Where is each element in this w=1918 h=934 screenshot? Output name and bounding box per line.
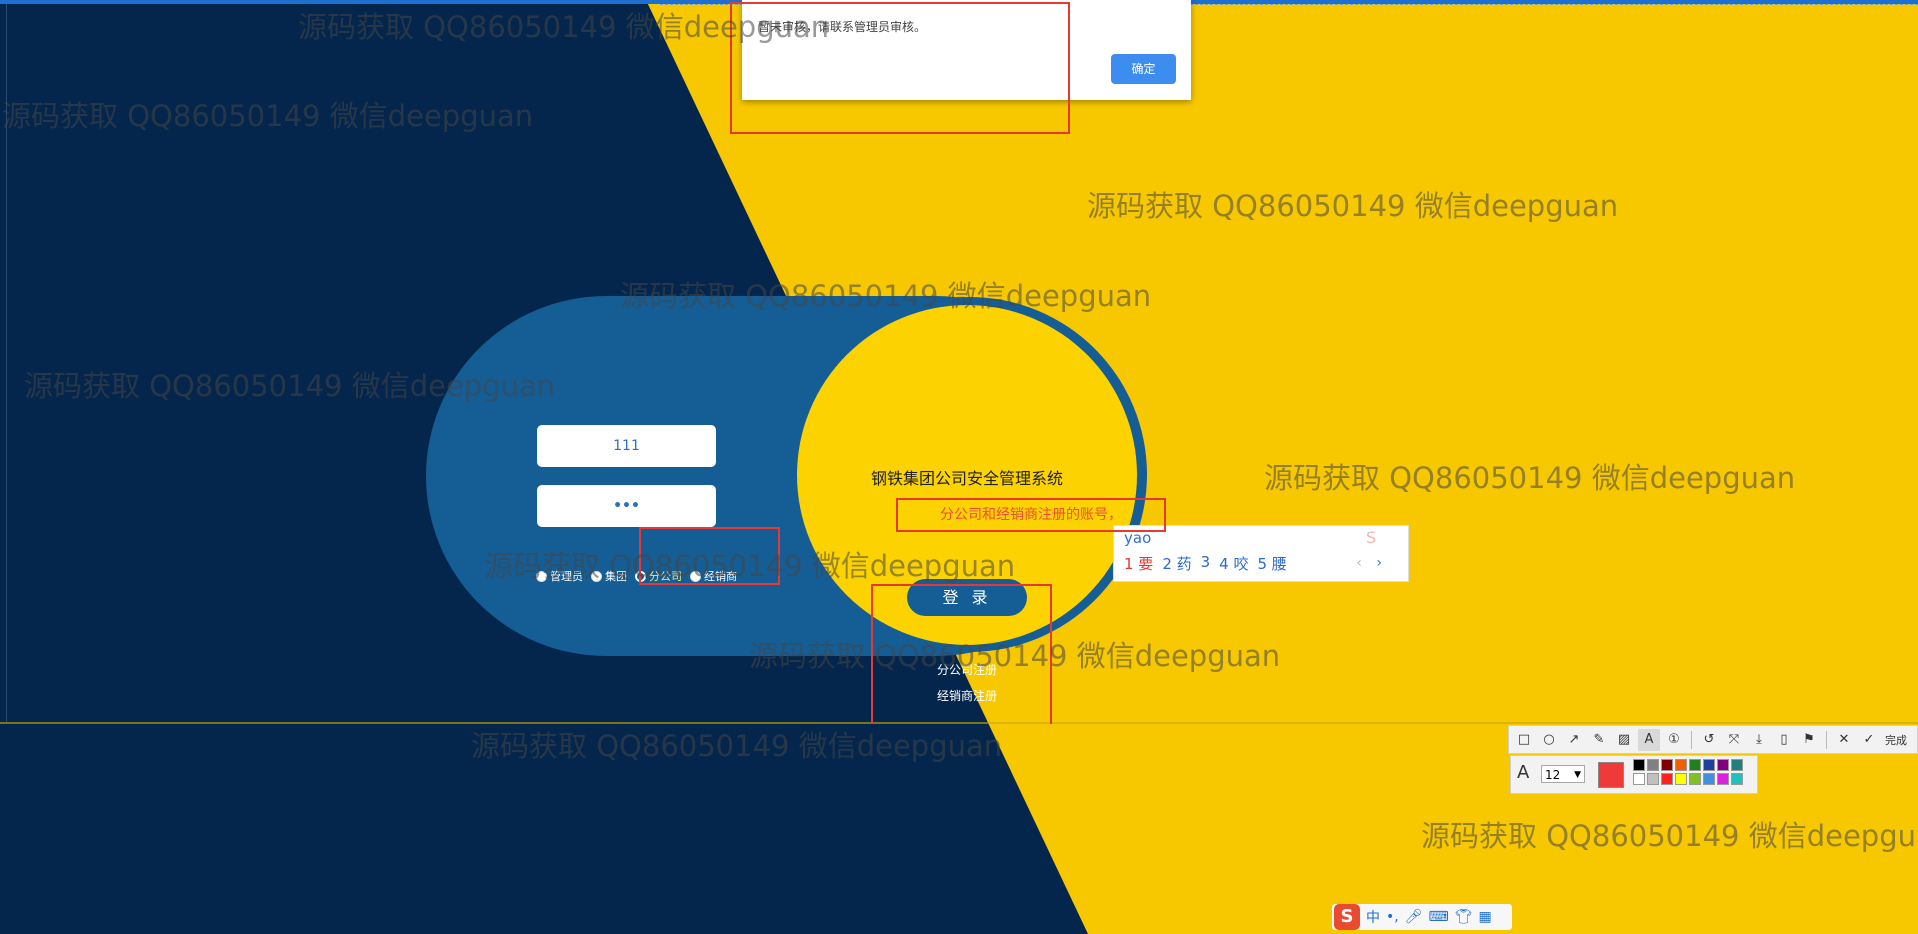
close-icon[interactable]: ✕: [1833, 729, 1855, 751]
sogou-logo-icon[interactable]: S: [1334, 904, 1360, 930]
keyboard-icon[interactable]: ⌨: [1429, 909, 1449, 925]
watermark: 源码获取 QQ86050149 微信deepguan: [749, 639, 1281, 673]
username-input[interactable]: 111: [537, 425, 716, 467]
microphone-icon[interactable]: 🎤︎: [1405, 909, 1423, 925]
color-swatch[interactable]: [1675, 759, 1687, 771]
screenshot-toolbar: □ ○ ↗ ✎ ▨ A ① ↺ ⤧ ⤓ ▯ ⚑ ✕ ✓ 完成: [1508, 725, 1918, 754]
rectangle-tool-icon[interactable]: □: [1513, 729, 1535, 751]
ime-prev-icon[interactable]: ‹: [1356, 555, 1362, 571]
color-swatch[interactable]: [1647, 773, 1659, 785]
color-swatch[interactable]: [1689, 759, 1701, 771]
color-swatch[interactable]: [1633, 773, 1645, 785]
ime-candidate-5[interactable]: 5 腰: [1257, 553, 1286, 574]
color-palette: [1633, 759, 1743, 785]
ime-candidate-4[interactable]: 4 咬: [1219, 553, 1248, 574]
system-title: 钢铁集团公司安全管理系统: [870, 469, 1063, 488]
watermark: 源码获取 QQ86050149 微信deepguan: [298, 10, 830, 44]
watermark: 源码获取 QQ86050149 微信deepguan: [2, 99, 534, 133]
ime-candidates: 1 要 2 药 3 4 咬 5 腰: [1124, 553, 1287, 574]
number-tool-icon[interactable]: ①: [1663, 729, 1685, 751]
ime-mode-toggle[interactable]: 中: [1366, 907, 1380, 927]
copy-icon[interactable]: ▯: [1773, 729, 1795, 751]
arrow-tool-icon[interactable]: ↗: [1563, 729, 1585, 751]
ellipse-tool-icon[interactable]: ○: [1538, 729, 1560, 751]
skin-icon[interactable]: 👕︎: [1455, 909, 1473, 925]
watermark: 源码获取 QQ86050149 微信deepguan: [1264, 461, 1796, 495]
current-color-swatch[interactable]: [1598, 762, 1624, 788]
color-swatch[interactable]: [1717, 759, 1729, 771]
font-icon: A: [1517, 762, 1530, 783]
annotation-box-info: [896, 498, 1166, 532]
text-properties-panel: A 12 ▼: [1510, 755, 1758, 794]
punctuation-icon[interactable]: •,: [1386, 909, 1399, 925]
ime-candidate-3[interactable]: 3: [1201, 553, 1211, 574]
watermark: 源码获取 QQ86050149 微信deepguan: [620, 279, 1152, 313]
color-swatch[interactable]: [1703, 759, 1715, 771]
done-button[interactable]: 完成: [1885, 732, 1907, 748]
pin-icon[interactable]: ⚑: [1798, 729, 1820, 751]
ime-next-icon[interactable]: ›: [1376, 555, 1382, 571]
color-swatch[interactable]: [1689, 773, 1701, 785]
color-swatch[interactable]: [1717, 773, 1729, 785]
color-swatch[interactable]: [1661, 759, 1673, 771]
color-swatch[interactable]: [1731, 773, 1743, 785]
color-swatch[interactable]: [1633, 759, 1645, 771]
watermark: 源码获取 QQ86050149 微信deepguan: [484, 549, 1016, 583]
undo-icon[interactable]: ↺: [1698, 729, 1720, 751]
save-icon[interactable]: ⤓: [1748, 729, 1770, 751]
mosaic-tool-icon[interactable]: ▨: [1613, 729, 1635, 751]
ime-candidate-2[interactable]: 2 药: [1162, 553, 1191, 574]
toolbar-divider: [1691, 730, 1692, 749]
ime-page-nav: ‹ ›: [1356, 555, 1382, 571]
color-swatch[interactable]: [1647, 759, 1659, 771]
ime-status-bar: S 中 •, 🎤︎ ⌨ 👕︎ ▦: [1332, 904, 1512, 930]
ime-candidate-1[interactable]: 1 要: [1124, 553, 1153, 574]
pen-tool-icon[interactable]: ✎: [1588, 729, 1610, 751]
watermark: 源码获取 QQ86050149 微信deepguan: [471, 729, 1003, 763]
watermark: 源码获取 QQ86050149 微信deepguan: [24, 369, 556, 403]
font-size-select[interactable]: 12 ▼: [1541, 765, 1585, 783]
color-swatch[interactable]: [1661, 773, 1673, 785]
font-size-value: 12: [1545, 768, 1561, 782]
scroll-capture-icon[interactable]: ⤧: [1723, 729, 1745, 751]
ime-logo-icon: S: [1366, 528, 1377, 547]
color-swatch[interactable]: [1703, 773, 1715, 785]
watermark: 源码获取 QQ86050149 微信deepguan: [1087, 189, 1619, 223]
text-tool-icon[interactable]: A: [1638, 728, 1660, 751]
chevron-down-icon: ▼: [1574, 770, 1581, 780]
color-swatch[interactable]: [1731, 759, 1743, 771]
watermark: 源码获取 QQ86050149 微信deepguan: [1421, 819, 1918, 853]
toolbox-icon[interactable]: ▦: [1479, 909, 1492, 925]
ime-candidate-window: yao 1 要 2 药 3 4 咬 5 腰 ‹ › S: [1113, 525, 1409, 582]
color-swatch[interactable]: [1675, 773, 1687, 785]
toolbar-divider-2: [1826, 730, 1827, 749]
password-input[interactable]: •••: [537, 485, 716, 527]
check-icon[interactable]: ✓: [1858, 729, 1880, 751]
alert-ok-button[interactable]: 确定: [1111, 54, 1176, 84]
